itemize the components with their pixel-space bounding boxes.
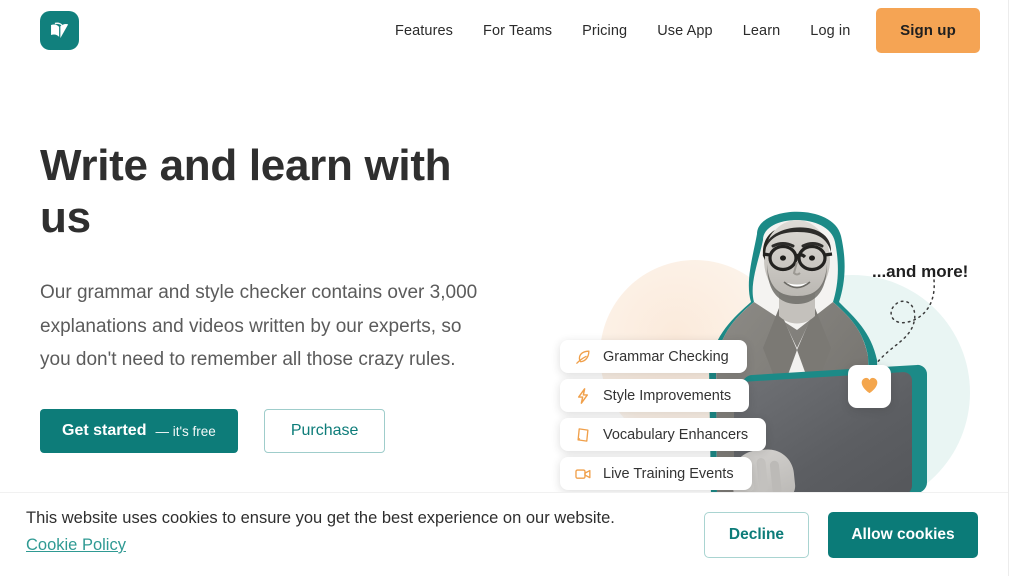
hero-illustration: Grammar Checking Style Improvements Voca… (520, 150, 1010, 510)
heart-feature-card (848, 365, 891, 408)
cookie-text-block: This website uses cookies to ensure you … (26, 509, 615, 555)
scrollbar-gutter[interactable] (1008, 0, 1024, 576)
sign-up-button[interactable]: Sign up (876, 8, 980, 53)
cookie-actions: Decline Allow cookies (704, 512, 978, 558)
languagetool-book-check-icon (47, 18, 72, 43)
cookie-policy-link[interactable]: Cookie Policy (26, 536, 126, 555)
lightning-bolt-icon (573, 386, 592, 405)
cookie-consent-banner: This website uses cookies to ensure you … (0, 492, 1008, 576)
feature-label: Vocabulary Enhancers (603, 426, 749, 443)
feature-card-vocabulary-enhancers[interactable]: Vocabulary Enhancers (560, 418, 767, 451)
hero-cta-group: Get started — it's free Purchase (40, 409, 510, 454)
book-icon (573, 425, 592, 444)
feature-card-live-training-events[interactable]: Live Training Events (560, 457, 752, 490)
feather-pen-icon (573, 347, 592, 366)
feature-card-grammar-checking[interactable]: Grammar Checking (560, 340, 747, 373)
feature-card-list: Grammar Checking Style Improvements Voca… (560, 340, 800, 496)
nav-item-log-in[interactable]: Log in (795, 17, 865, 45)
feature-card-style-improvements[interactable]: Style Improvements (560, 379, 750, 412)
video-camera-icon (573, 464, 592, 483)
site-header: Features For Teams Pricing Use App Learn… (0, 0, 1008, 62)
feature-label: Grammar Checking (603, 348, 729, 365)
decline-cookies-button[interactable]: Decline (704, 512, 809, 558)
cookie-message: This website uses cookies to ensure you … (26, 509, 615, 527)
main-navigation: Features For Teams Pricing Use App Learn… (380, 0, 865, 62)
nav-item-use-app[interactable]: Use App (642, 17, 728, 45)
feature-label: Style Improvements (603, 387, 732, 404)
hero-subtitle: Our grammar and style checker contains o… (40, 281, 478, 371)
landing-page: Features For Teams Pricing Use App Learn… (0, 0, 1024, 576)
get-started-label: Get started (62, 422, 147, 440)
page-title: Write and learn with us (40, 141, 452, 242)
hero-text-column: Write and learn with us Our grammar and … (40, 140, 510, 454)
get-started-sublabel: — it's free (155, 423, 216, 439)
languagetool-logo[interactable] (40, 11, 79, 50)
feature-label: Live Training Events (603, 465, 734, 482)
nav-item-pricing[interactable]: Pricing (567, 17, 642, 45)
nav-item-for-teams[interactable]: For Teams (468, 17, 567, 45)
purchase-button[interactable]: Purchase (263, 409, 386, 454)
allow-cookies-button[interactable]: Allow cookies (828, 512, 978, 558)
nav-item-learn[interactable]: Learn (728, 17, 796, 45)
get-started-button[interactable]: Get started — it's free (40, 409, 238, 454)
heart-icon (858, 373, 881, 401)
nav-item-features[interactable]: Features (380, 17, 468, 45)
